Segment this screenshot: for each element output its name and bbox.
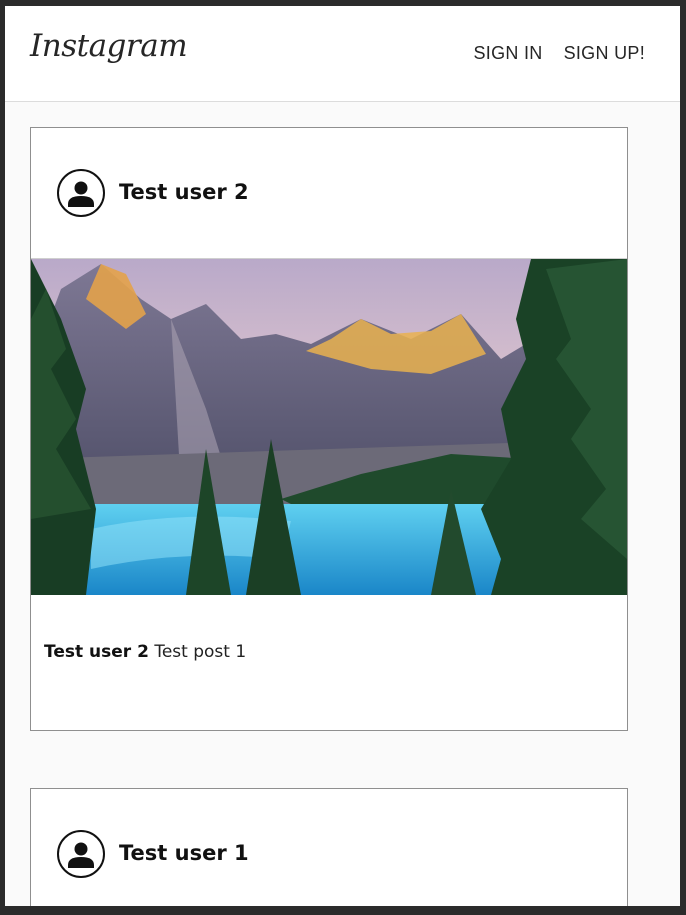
avatar-icon[interactable] bbox=[57, 830, 105, 878]
post-card: Test user 1 bbox=[30, 788, 628, 906]
landscape-photo bbox=[31, 259, 627, 595]
post-caption: Test user 2 Test post 1 bbox=[44, 642, 246, 662]
post-header: Test user 1 bbox=[31, 789, 627, 906]
post-image bbox=[31, 259, 627, 595]
post-username[interactable]: Test user 1 bbox=[119, 841, 249, 865]
caption-text: Test post 1 bbox=[154, 642, 247, 662]
top-bar: Instagram SIGN IN SIGN UP! bbox=[5, 6, 680, 102]
avatar-icon[interactable] bbox=[57, 169, 105, 217]
post-username[interactable]: Test user 2 bbox=[119, 180, 249, 204]
post-card: Test user 2 Test user 2 Test post 1 bbox=[30, 127, 628, 731]
instagram-logo[interactable]: Instagram bbox=[30, 28, 188, 64]
auth-nav: SIGN IN SIGN UP! bbox=[473, 43, 645, 64]
sign-in-button[interactable]: SIGN IN bbox=[473, 43, 542, 64]
sign-up-button[interactable]: SIGN UP! bbox=[564, 43, 645, 64]
caption-username[interactable]: Test user 2 bbox=[44, 642, 149, 662]
post-header: Test user 2 bbox=[31, 128, 627, 259]
app-frame: Instagram SIGN IN SIGN UP! Test user 2 T… bbox=[5, 6, 680, 906]
